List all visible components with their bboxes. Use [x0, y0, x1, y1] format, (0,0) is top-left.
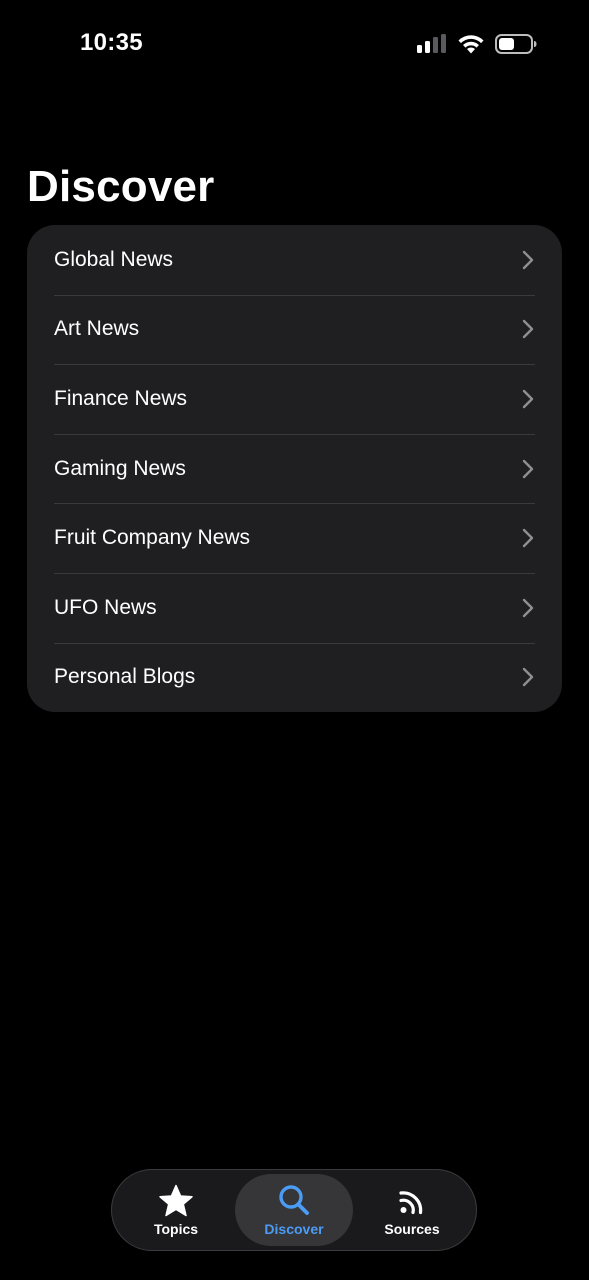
list-item-label: Finance News — [54, 386, 188, 410]
battery-icon — [495, 34, 537, 54]
list-item-label: UFO News — [54, 595, 157, 619]
list-item-gaming-news[interactable]: Gaming News — [27, 433, 562, 504]
chevron-right-icon — [522, 389, 534, 409]
tab-bar: Topics Discover Sources — [111, 1169, 477, 1251]
chevron-right-icon — [522, 528, 534, 548]
status-time: 10:35 — [80, 29, 143, 56]
status-bar: 10:35 — [0, 0, 589, 88]
tab-sources[interactable]: Sources — [353, 1174, 471, 1246]
status-icons — [417, 32, 537, 56]
screen: 10:35 Discover Global News Art News Fina… — [0, 0, 589, 1280]
tab-label: Discover — [264, 1220, 324, 1237]
wifi-icon — [458, 34, 484, 53]
tab-topics[interactable]: Topics — [117, 1174, 235, 1246]
list-item-ufo-news[interactable]: UFO News — [27, 572, 562, 643]
list-item-fruit-company-news[interactable]: Fruit Company News — [27, 503, 562, 573]
tab-label: Sources — [384, 1220, 440, 1237]
list-item-label: Global News — [54, 247, 174, 271]
list-item-personal-blogs[interactable]: Personal Blogs — [27, 642, 562, 712]
list-item-label: Art News — [54, 317, 140, 341]
chevron-right-icon — [522, 668, 534, 687]
tab-discover[interactable]: Discover — [235, 1174, 353, 1246]
discover-list: Global News Art News Finance News Gaming… — [27, 225, 562, 712]
chevron-right-icon — [522, 598, 534, 617]
cellular-signal-icon — [417, 34, 446, 53]
chevron-right-icon — [522, 459, 534, 478]
list-item-finance-news[interactable]: Finance News — [27, 364, 562, 434]
tab-label: Topics — [153, 1220, 199, 1237]
list-item-art-news[interactable]: Art News — [27, 294, 562, 365]
list-item-label: Personal Blogs — [54, 665, 196, 689]
list-item-global-news[interactable]: Global News — [27, 225, 562, 295]
search-icon — [279, 1184, 309, 1215]
list-item-label: Fruit Company News — [54, 526, 251, 550]
page-title: Discover — [27, 162, 215, 211]
star-icon — [159, 1184, 193, 1216]
list-item-label: Gaming News — [54, 456, 186, 480]
rss-icon — [399, 1190, 423, 1214]
chevron-right-icon — [522, 320, 534, 339]
chevron-right-icon — [522, 250, 534, 269]
